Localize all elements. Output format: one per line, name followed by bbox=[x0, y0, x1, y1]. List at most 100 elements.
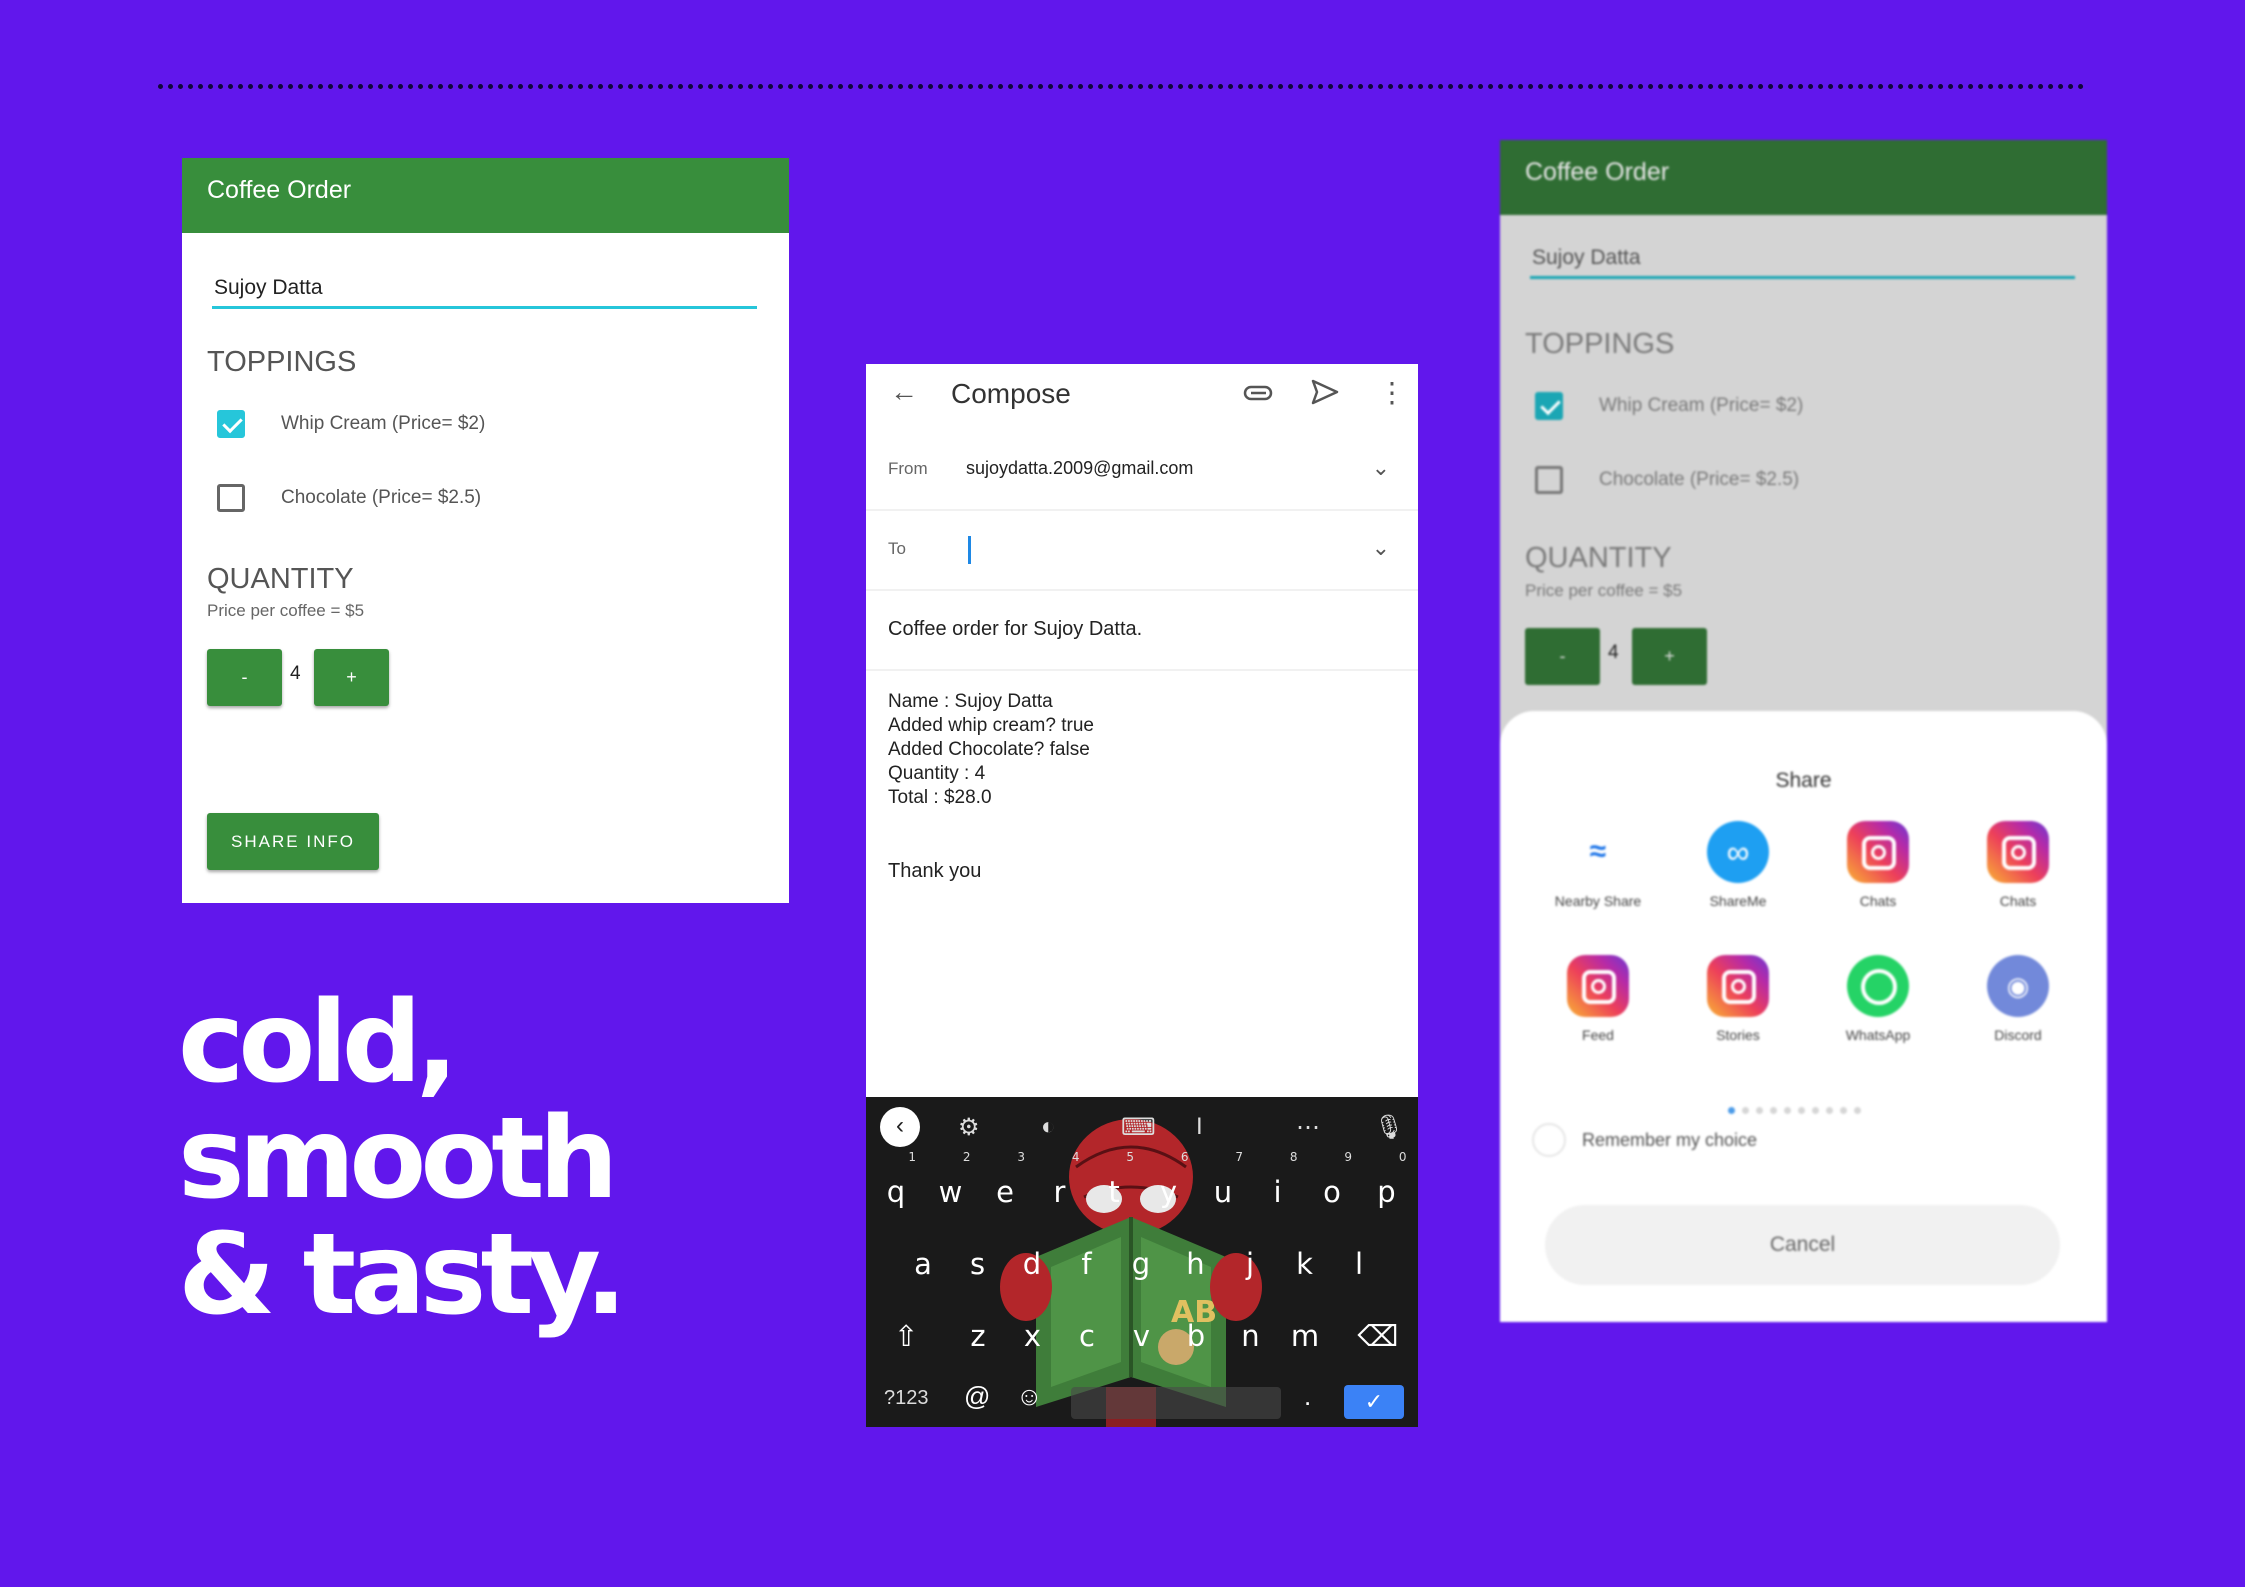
name-input[interactable] bbox=[1530, 243, 2075, 279]
to-row[interactable]: To ⌄ bbox=[866, 511, 1418, 591]
key-t[interactable]: t5 bbox=[1092, 1151, 1136, 1219]
spacebar[interactable] bbox=[1071, 1387, 1281, 1419]
share-target-nearby-share[interactable]: ≈ Nearby Share bbox=[1533, 821, 1663, 910]
keyboard: AB ‹ ⚙ ◐ ⌨ I ⋯ 🎙 q1w2e3r4t5y6u7i8o9p0asd… bbox=[866, 1097, 1418, 1427]
key-h[interactable]: h bbox=[1174, 1237, 1218, 1291]
key-x[interactable]: x bbox=[1011, 1309, 1055, 1363]
key-r[interactable]: r4 bbox=[1038, 1151, 1082, 1219]
key-d[interactable]: d bbox=[1010, 1237, 1054, 1291]
remember-choice-label: Remember my choice bbox=[1582, 1129, 1758, 1150]
key-z[interactable]: z bbox=[956, 1309, 1000, 1363]
share-target-label: Chats bbox=[1859, 893, 1897, 909]
remember-choice-radio[interactable] bbox=[1532, 1123, 1566, 1157]
from-row[interactable]: From sujoydatta.2009@gmail.com ⌄ bbox=[866, 431, 1418, 511]
page-dot bbox=[1742, 1107, 1749, 1114]
key-q[interactable]: q1 bbox=[874, 1151, 918, 1219]
key-n[interactable]: n bbox=[1229, 1309, 1273, 1363]
increment-button[interactable]: + bbox=[314, 649, 389, 706]
decrement-button[interactable]: - bbox=[207, 649, 282, 706]
key-j[interactable]: j bbox=[1228, 1237, 1272, 1291]
share-target-instagram-stories[interactable]: Stories bbox=[1673, 955, 1803, 1044]
share-target-instagram-chats[interactable]: Chats bbox=[1813, 821, 1943, 910]
tagline-line: & tasty. bbox=[178, 1210, 627, 1340]
period-key[interactable]: . bbox=[1304, 1381, 1311, 1412]
topping-chocolate[interactable]: Chocolate (Price= $2.5) bbox=[1535, 466, 1799, 494]
key-g[interactable]: g bbox=[1119, 1237, 1163, 1291]
key-number-hint: 9 bbox=[1344, 1150, 1352, 1164]
key-c[interactable]: c bbox=[1065, 1309, 1109, 1363]
at-key[interactable]: @ bbox=[964, 1381, 990, 1412]
collapse-icon[interactable]: ‹ bbox=[880, 1107, 920, 1147]
mic-off-icon[interactable]: 🎙 bbox=[1374, 1113, 1404, 1142]
share-target-label: Nearby Share bbox=[1554, 893, 1642, 909]
quantity-value: 4 bbox=[1608, 642, 1619, 663]
page-dot bbox=[1798, 1107, 1805, 1114]
chocolate-checkbox[interactable] bbox=[217, 484, 245, 512]
key-k[interactable]: k bbox=[1283, 1237, 1327, 1291]
share-target-discord[interactable]: ◉ Discord bbox=[1953, 955, 2083, 1044]
key-l[interactable]: l bbox=[1337, 1237, 1381, 1291]
tagline-line: smooth bbox=[178, 1094, 619, 1224]
instagram-icon bbox=[1707, 955, 1769, 1017]
symbols-key[interactable]: ?123 bbox=[884, 1387, 929, 1410]
send-icon[interactable] bbox=[1310, 378, 1340, 413]
topping-whip-cream[interactable]: Whip Cream (Price= $2) bbox=[1535, 392, 1803, 420]
key-number-hint: 1 bbox=[908, 1150, 916, 1164]
key-v[interactable]: v bbox=[1120, 1309, 1164, 1363]
key-b[interactable]: b bbox=[1174, 1309, 1218, 1363]
cancel-button[interactable]: Cancel bbox=[1545, 1205, 2060, 1285]
app-title: Coffee Order bbox=[207, 176, 352, 204]
keyboard-icon[interactable]: ⌨ bbox=[1121, 1113, 1156, 1142]
backspace-icon[interactable]: ⌫ bbox=[1356, 1309, 1400, 1363]
body-line: Added Chocolate? false bbox=[888, 739, 1090, 760]
shift-icon[interactable]: ⇧ bbox=[884, 1309, 928, 1363]
whip-cream-checkbox[interactable] bbox=[1535, 392, 1563, 420]
chocolate-checkbox[interactable] bbox=[1535, 466, 1563, 494]
topping-whip-cream[interactable]: Whip Cream (Price= $2) bbox=[217, 410, 485, 438]
emoji-icon[interactable]: ☺ bbox=[1016, 1381, 1043, 1412]
whip-cream-checkbox[interactable] bbox=[217, 410, 245, 438]
share-info-button[interactable]: SHARE INFO bbox=[207, 813, 379, 870]
share-target-instagram-chats[interactable]: Chats bbox=[1953, 821, 2083, 910]
chevron-down-icon[interactable]: ⌄ bbox=[1372, 455, 1390, 481]
settings-icon[interactable]: ⚙ bbox=[958, 1113, 980, 1142]
subject-field[interactable]: Coffee order for Sujoy Datta. bbox=[888, 618, 1142, 641]
text-edit-icon[interactable]: I bbox=[1196, 1113, 1203, 1141]
share-target-shareme[interactable]: ∞ ShareMe bbox=[1673, 821, 1803, 910]
share-target-whatsapp[interactable]: WhatsApp bbox=[1813, 955, 1943, 1044]
nearby-share-icon: ≈ bbox=[1567, 821, 1629, 883]
share-target-instagram-feed[interactable]: Feed bbox=[1533, 955, 1663, 1044]
checkbox-label: Whip Cream (Price= $2) bbox=[281, 413, 486, 434]
more-vert-icon[interactable]: ⋮ bbox=[1378, 376, 1406, 409]
closing-text: Thank you bbox=[888, 860, 982, 882]
back-arrow-icon[interactable]: ← bbox=[890, 376, 918, 408]
key-o[interactable]: o9 bbox=[1310, 1151, 1354, 1219]
key-u[interactable]: u7 bbox=[1201, 1151, 1245, 1219]
email-body[interactable]: Name : Sujoy Datta Added whip cream? tru… bbox=[888, 690, 1094, 810]
key-i[interactable]: i8 bbox=[1256, 1151, 1300, 1219]
key-e[interactable]: e3 bbox=[983, 1151, 1027, 1219]
chevron-down-icon[interactable]: ⌄ bbox=[1372, 535, 1390, 561]
key-p[interactable]: p0 bbox=[1365, 1151, 1409, 1219]
key-number-hint: 5 bbox=[1126, 1150, 1134, 1164]
more-horiz-icon[interactable]: ⋯ bbox=[1296, 1113, 1320, 1142]
remember-choice-row[interactable]: Remember my choice bbox=[1532, 1123, 1757, 1157]
key-s[interactable]: s bbox=[956, 1237, 1000, 1291]
increment-button[interactable]: + bbox=[1632, 628, 1707, 685]
name-input[interactable] bbox=[212, 273, 757, 309]
decrement-button[interactable]: - bbox=[1525, 628, 1600, 685]
palette-icon[interactable]: ◐ bbox=[1041, 1113, 1056, 1141]
enter-check-icon[interactable]: ✓ bbox=[1344, 1385, 1404, 1419]
topping-chocolate[interactable]: Chocolate (Price= $2.5) bbox=[217, 484, 481, 512]
key-w[interactable]: w2 bbox=[929, 1151, 973, 1219]
attachment-icon[interactable] bbox=[1242, 380, 1274, 412]
key-a[interactable]: a bbox=[901, 1237, 945, 1291]
to-label: To bbox=[888, 539, 906, 558]
price-per-coffee: Price per coffee = $5 bbox=[1525, 581, 1683, 600]
key-f[interactable]: f bbox=[1065, 1237, 1109, 1291]
instagram-icon bbox=[1987, 821, 2049, 883]
key-y[interactable]: y6 bbox=[1147, 1151, 1191, 1219]
key-m[interactable]: m bbox=[1283, 1309, 1327, 1363]
body-line: Added whip cream? true bbox=[888, 715, 1094, 736]
page-dot bbox=[1854, 1107, 1861, 1114]
